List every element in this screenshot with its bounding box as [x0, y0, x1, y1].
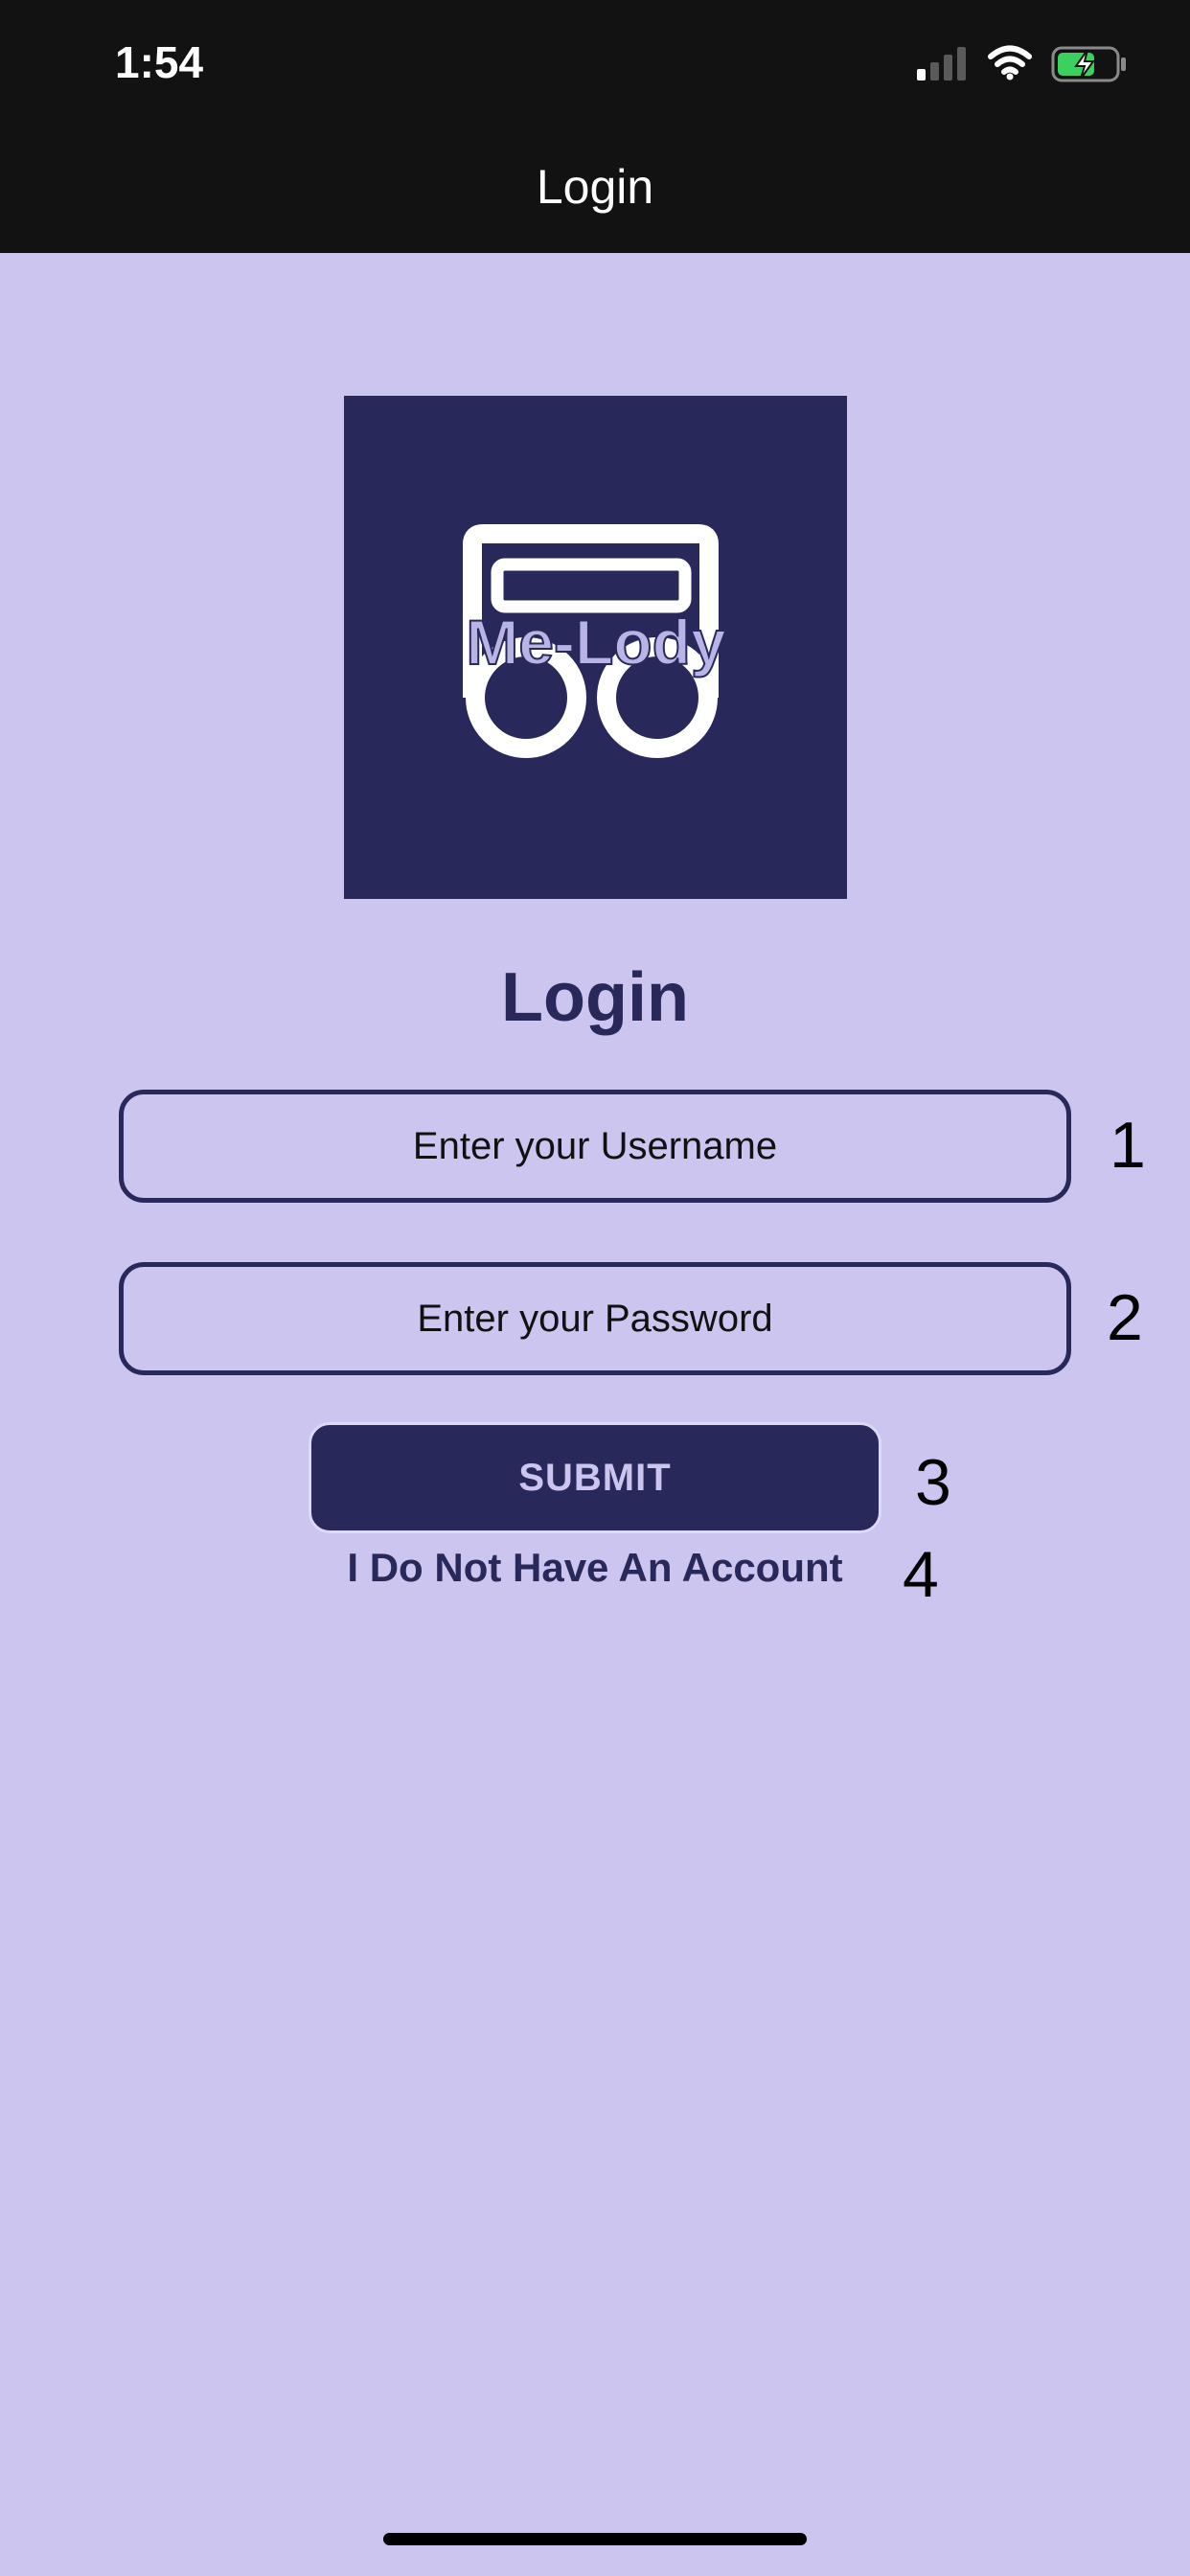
app-logo: Me-Lody [344, 396, 847, 899]
signal-icon [917, 47, 966, 80]
wifi-icon [988, 45, 1032, 80]
home-indicator [383, 2533, 807, 2545]
annotation-marker-3: 3 [915, 1446, 951, 1519]
username-field-wrapper [119, 1090, 1071, 1203]
status-time: 1:54 [115, 37, 204, 87]
password-field-wrapper [119, 1262, 1071, 1375]
submit-button[interactable]: SUBMIT [309, 1422, 881, 1533]
annotation-marker-4: 4 [903, 1538, 939, 1611]
username-input[interactable] [124, 1123, 1066, 1169]
login-heading: Login [501, 959, 689, 1036]
no-account-link[interactable]: I Do Not Have An Account [0, 1545, 1190, 1591]
annotation-marker-2: 2 [1107, 1281, 1143, 1354]
battery-charging-icon [1051, 46, 1126, 82]
password-input[interactable] [124, 1296, 1066, 1342]
music-note-icon: Me-Lody [463, 524, 727, 758]
annotation-marker-1: 1 [1110, 1109, 1146, 1182]
status-bar: 1:54 [0, 0, 1190, 128]
nav-title: Login [536, 160, 654, 214]
logo-wordmark: Me-Lody [466, 607, 726, 678]
nav-bar: Login [0, 128, 1190, 253]
